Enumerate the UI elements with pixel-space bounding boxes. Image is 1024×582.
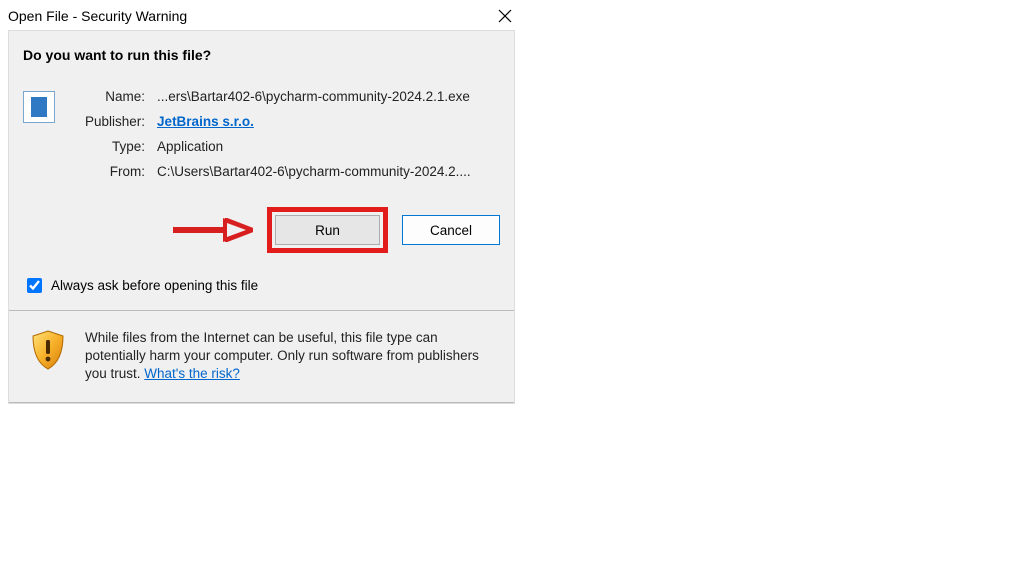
run-button[interactable]: Run [275,215,380,245]
warning-section: While files from the Internet can be use… [23,311,500,402]
button-row: Run Cancel [23,207,500,253]
type-value: Application [157,139,471,154]
info-row: Name: ...ers\Bartar402-6\pycharm-communi… [23,89,500,179]
dialog-body: Do you want to run this file? Name: ...e… [8,30,515,404]
titlebar: Open File - Security Warning [0,0,523,30]
shield-icon [29,329,67,371]
name-label: Name: [85,89,145,104]
security-warning-dialog: Open File - Security Warning Do you want… [0,0,523,404]
cancel-button[interactable]: Cancel [402,215,500,245]
close-icon[interactable] [495,6,515,26]
file-fields: Name: ...ers\Bartar402-6\pycharm-communi… [85,89,471,179]
warning-text: While files from the Internet can be use… [85,329,494,384]
name-value: ...ers\Bartar402-6\pycharm-community-202… [157,89,471,104]
always-ask-checkbox[interactable] [27,278,42,293]
heading: Do you want to run this file? [23,47,500,63]
window-title: Open File - Security Warning [8,8,187,24]
divider-bottom [9,402,514,403]
from-value: C:\Users\Bartar402-6\pycharm-community-2… [157,164,471,179]
publisher-link[interactable]: JetBrains s.r.o. [157,114,254,129]
annotation-arrow-icon [173,218,253,242]
annotation-highlight: Run [267,207,388,253]
always-ask-label: Always ask before opening this file [51,278,258,293]
type-label: Type: [85,139,145,154]
whats-the-risk-link[interactable]: What's the risk? [144,366,240,381]
publisher-label: Publisher: [85,114,145,129]
application-icon [23,91,55,123]
always-ask-row: Always ask before opening this file [23,275,500,296]
from-label: From: [85,164,145,179]
